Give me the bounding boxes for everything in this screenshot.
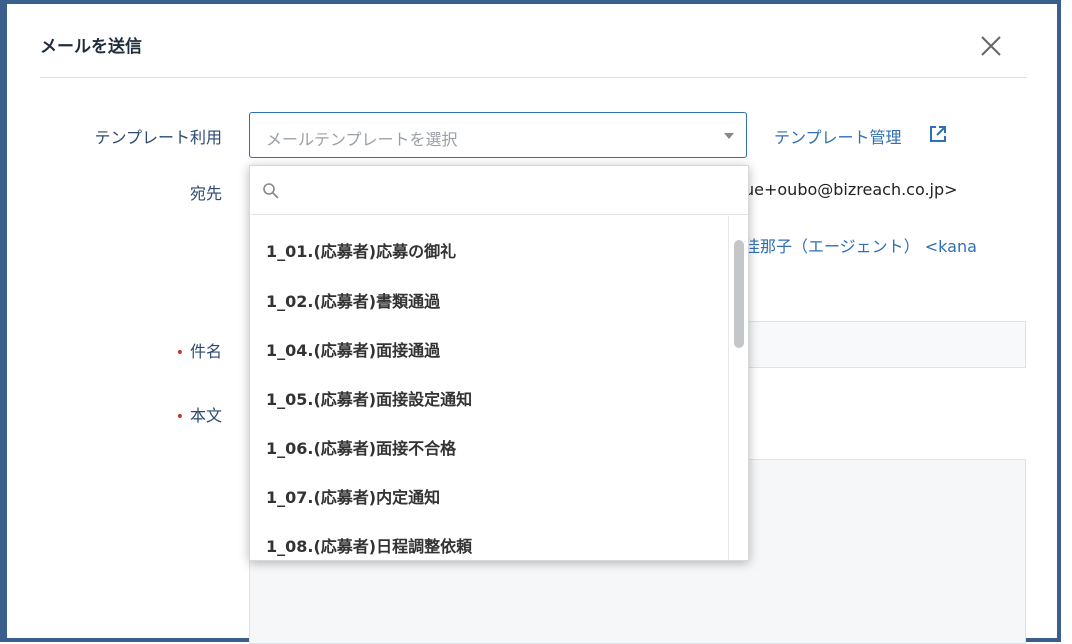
body-label: • 本文: [175, 406, 222, 425]
search-icon: [263, 183, 279, 199]
dropdown-item[interactable]: 1_05.(応募者)面接設定通知: [266, 386, 472, 410]
outside-area: [1061, 0, 1072, 642]
template-manage-link[interactable]: テンプレート管理: [774, 124, 902, 148]
template-select[interactable]: メールテンプレートを選択: [249, 112, 747, 158]
dropdown-item[interactable]: 1_04.(応募者)面接通過: [266, 337, 440, 361]
dropdown-list: 1_01.(応募者)応募の御礼 1_02.(応募者)書類通過 1_04.(応募者…: [250, 216, 728, 560]
send-mail-dialog: メールを送信 テンプレート利用 メールテンプレートを選択 テンプレート管理 宛先…: [7, 4, 1057, 644]
required-mark: •: [175, 409, 184, 425]
template-dropdown: 1_01.(応募者)応募の御礼 1_02.(応募者)書類通過 1_04.(応募者…: [249, 165, 749, 561]
chevron-down-icon: [724, 133, 734, 139]
template-label: テンプレート利用: [94, 128, 222, 147]
subject-label: • 件名: [175, 342, 222, 361]
dropdown-scrollbar[interactable]: [734, 240, 744, 348]
agent-recipient[interactable]: 佳那子（エージェント） <kana: [744, 233, 1026, 257]
template-select-placeholder: メールテンプレートを選択: [266, 130, 458, 149]
close-icon: [981, 36, 1001, 56]
dropdown-search: [250, 166, 748, 215]
dropdown-item[interactable]: 1_08.(応募者)日程調整依頼: [266, 533, 472, 557]
dialog-title: メールを送信: [40, 37, 142, 57]
dropdown-item[interactable]: 1_06.(応募者)面接不合格: [266, 435, 456, 459]
window-frame-left: [0, 0, 7, 642]
dropdown-item[interactable]: 1_02.(応募者)書類通過: [266, 288, 440, 312]
dropdown-item[interactable]: 1_07.(応募者)内定通知: [266, 484, 440, 508]
required-mark: •: [175, 345, 184, 361]
to-label: 宛先: [189, 184, 222, 203]
dropdown-scroll-track: [728, 216, 729, 560]
external-link-icon[interactable]: [928, 124, 948, 144]
title-divider: [40, 77, 1027, 78]
subject-input[interactable]: [747, 321, 1026, 368]
dropdown-item[interactable]: 1_01.(応募者)応募の御礼: [266, 238, 456, 262]
close-button[interactable]: [975, 30, 1007, 62]
to-address: ue+oubo@bizreach.co.jp>: [744, 180, 958, 199]
dropdown-search-input[interactable]: [290, 176, 734, 206]
